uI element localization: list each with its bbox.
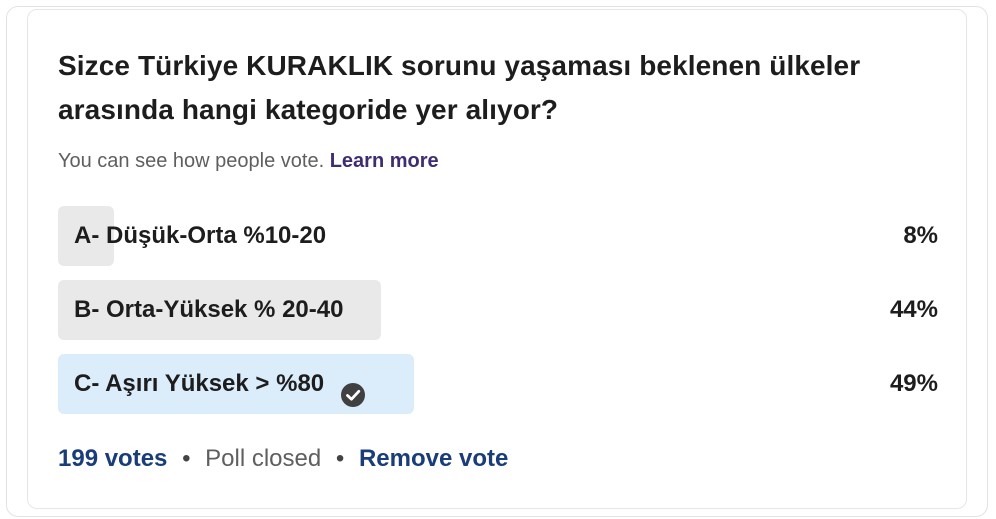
poll-question: Sizce Türkiye KURAKLIK sorunu yaşaması b… <box>58 50 861 125</box>
poll-option-b[interactable]: B- Orta-Yüksek % 20-40 44% <box>58 280 938 340</box>
poll-option-c[interactable]: C- Aşırı Yüksek > %80 49% <box>58 354 938 414</box>
remove-vote-link[interactable]: Remove vote <box>359 445 508 472</box>
poll-outer-frame: Sizce Türkiye KURAKLIK sorunu yaşaması b… <box>6 6 988 517</box>
option-c-text: C- Aşırı Yüksek > %80 <box>74 370 325 397</box>
poll-status: Poll closed <box>205 445 322 472</box>
separator-dot: • <box>182 445 191 472</box>
poll-option-a[interactable]: A- Düşük-Orta %10-20 8% <box>58 206 938 266</box>
hint-text: You can see how people vote. <box>58 150 325 172</box>
poll-visibility-hint: You can see how people vote. Learn more <box>58 150 439 173</box>
poll-card: Sizce Türkiye KURAKLIK sorunu yaşaması b… <box>27 9 967 509</box>
option-a-percent: 8% <box>903 222 938 249</box>
option-a-label: A- Düşük-Orta %10-20 <box>74 206 326 266</box>
option-b-label: B- Orta-Yüksek % 20-40 <box>74 280 343 340</box>
learn-more-link[interactable]: Learn more <box>330 150 439 172</box>
option-b-percent: 44% <box>889 296 938 323</box>
option-b-text: B- Orta-Yüksek % 20-40 <box>74 296 344 323</box>
option-c-label: C- Aşırı Yüksek > %80 <box>74 354 366 414</box>
vote-count-link[interactable]: 199 votes <box>58 445 167 472</box>
option-c-percent: 49% <box>889 370 938 397</box>
option-a-text: A- Düşük-Orta %10-20 <box>74 222 327 249</box>
check-circle-icon <box>340 371 366 407</box>
separator-dot: • <box>335 445 345 472</box>
poll-footer: 199 votes • Poll closed • Remove vote <box>58 442 508 476</box>
